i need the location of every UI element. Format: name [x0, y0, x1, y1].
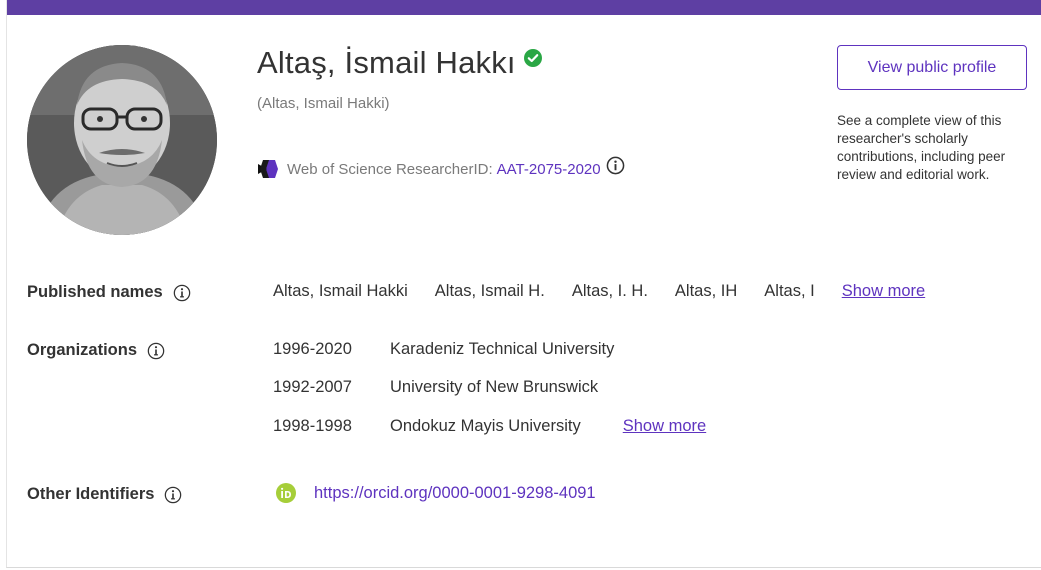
info-icon[interactable]	[173, 284, 191, 302]
organization-name: Karadeniz Technical University	[390, 340, 615, 358]
organizations-show-more-link[interactable]: Show more	[623, 417, 706, 436]
page: Altaş, İsmail Hakkı (Altas, Ismail Hakki…	[0, 0, 1041, 570]
organization-years: 1998-1998	[273, 417, 352, 435]
orcid-icon	[276, 483, 296, 503]
organization-years: 1992-2007	[273, 378, 352, 396]
check-circle-icon	[523, 49, 542, 67]
researcher-id-link[interactable]: AAT-2075-2020	[497, 161, 601, 178]
person-photo-icon	[27, 45, 217, 235]
info-icon[interactable]	[147, 342, 165, 360]
organization-row: 1996-2020 Karadeniz Technical University	[273, 340, 614, 359]
organizations-label-text: Organizations	[27, 341, 138, 359]
other-identifiers-label: Other Identifiers	[27, 485, 182, 504]
published-name-item: Altas, I. H.	[571, 282, 648, 300]
researcher-name: Altaş, İsmail Hakkı	[257, 45, 516, 80]
organization-name: Ondokuz Mayis University	[390, 417, 581, 435]
orcid-row: https://orcid.org/0000-0001-9298-4091	[276, 483, 596, 503]
avatar	[27, 45, 217, 235]
organization-row: 1998-1998 Ondokuz Mayis University Show …	[273, 417, 706, 436]
public-profile-description: See a complete view of this researcher's…	[837, 113, 1006, 182]
view-public-profile-button[interactable]: View public profile	[837, 45, 1027, 90]
published-names-list: Altas, Ismail Hakki Altas, Ismail H. Alt…	[273, 282, 952, 301]
web-of-science-logo-icon	[258, 160, 278, 178]
published-names-label: Published names	[27, 283, 191, 302]
info-icon[interactable]	[606, 156, 625, 175]
orcid-link[interactable]: https://orcid.org/0000-0001-9298-4091	[314, 484, 596, 503]
info-icon[interactable]	[164, 486, 182, 504]
researcher-id-label: Web of Science ResearcherID:	[287, 160, 493, 178]
alternate-name: (Altas, Ismail Hakki)	[257, 95, 390, 112]
published-names-label-text: Published names	[27, 283, 163, 301]
published-name-item: Altas, Ismail Hakki	[273, 282, 408, 300]
other-identifiers-label-text: Other Identifiers	[27, 485, 155, 503]
organizations-label: Organizations	[27, 341, 165, 360]
researcher-id-row: Web of Science ResearcherID: AAT-2075-20…	[257, 156, 625, 180]
published-name-item: Altas, I	[764, 282, 815, 300]
top-accent-bar	[7, 0, 1041, 15]
published-name-item: Altas, Ismail H.	[434, 282, 545, 300]
organization-row: 1992-2007 University of New Brunswick	[273, 378, 598, 397]
published-name-item: Altas, IH	[674, 282, 738, 300]
organization-years: 1996-2020	[273, 340, 352, 358]
name-row: Altaş, İsmail Hakkı	[257, 45, 542, 81]
organization-name: University of New Brunswick	[390, 378, 599, 396]
published-names-show-more-link[interactable]: Show more	[842, 282, 925, 301]
